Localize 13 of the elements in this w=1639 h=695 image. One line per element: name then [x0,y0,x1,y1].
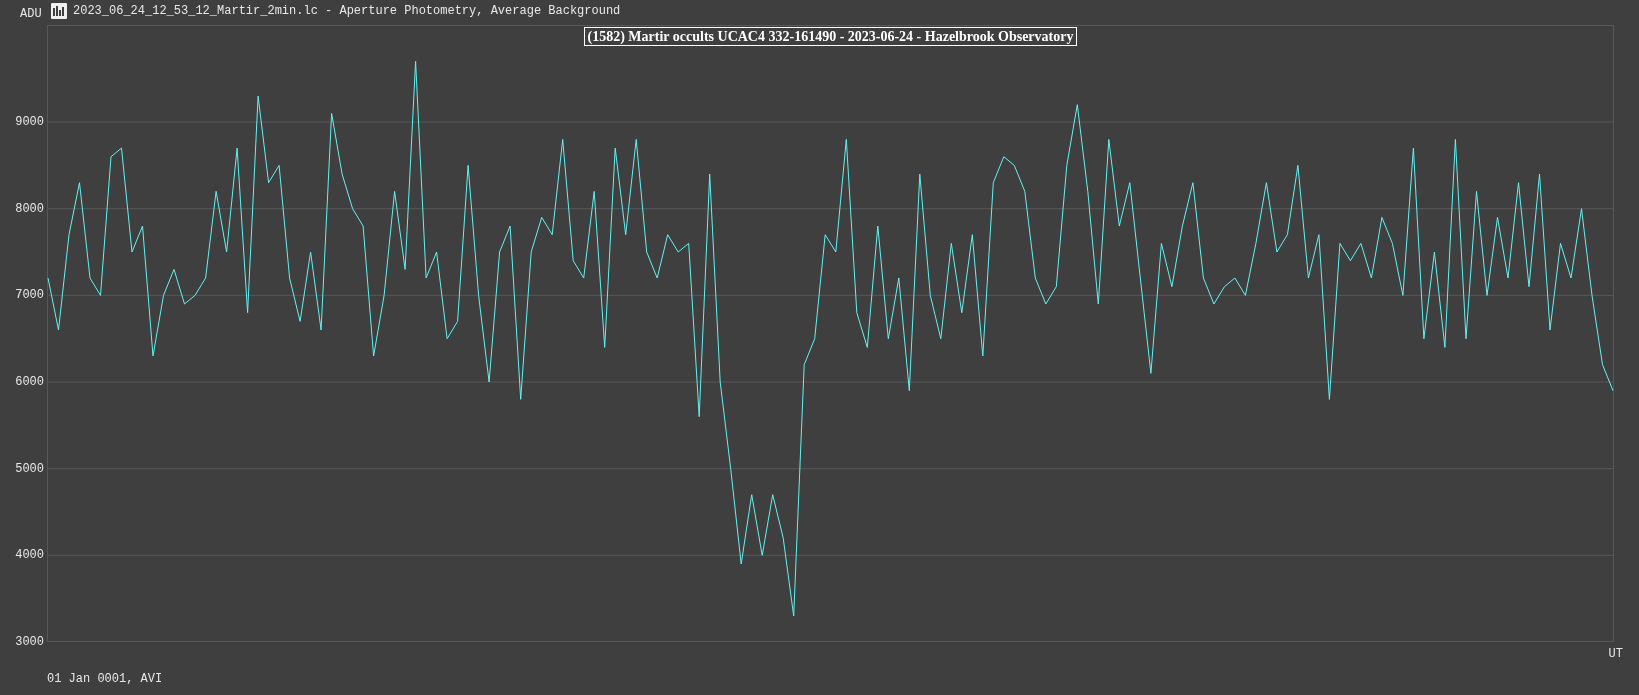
y-tick-label: 4000 [15,549,44,562]
y-axis-label: ADU [20,8,43,20]
y-tick-label: 3000 [15,636,44,648]
y-tick-label: 9000 [15,116,44,129]
footer-text: 01 Jan 0001, AVI [47,672,163,686]
chart-title: (1582) Martir occults UCAC4 332-161490 - 2023-06-24 - Hazelbrook Observatory [583,27,1078,46]
y-tick-label: 7000 [15,289,44,302]
y-tick-label: 8000 [15,202,44,215]
window-title: 2023_06_24_12_53_12_Martir_2min.lc - Aperture Photometry, Average Background [73,5,621,17]
x-axis-label: UT [1608,648,1623,660]
chart-app-icon [51,3,67,19]
y-tick-label: 6000 [15,376,44,388]
y-tick-label: 5000 [15,462,44,475]
